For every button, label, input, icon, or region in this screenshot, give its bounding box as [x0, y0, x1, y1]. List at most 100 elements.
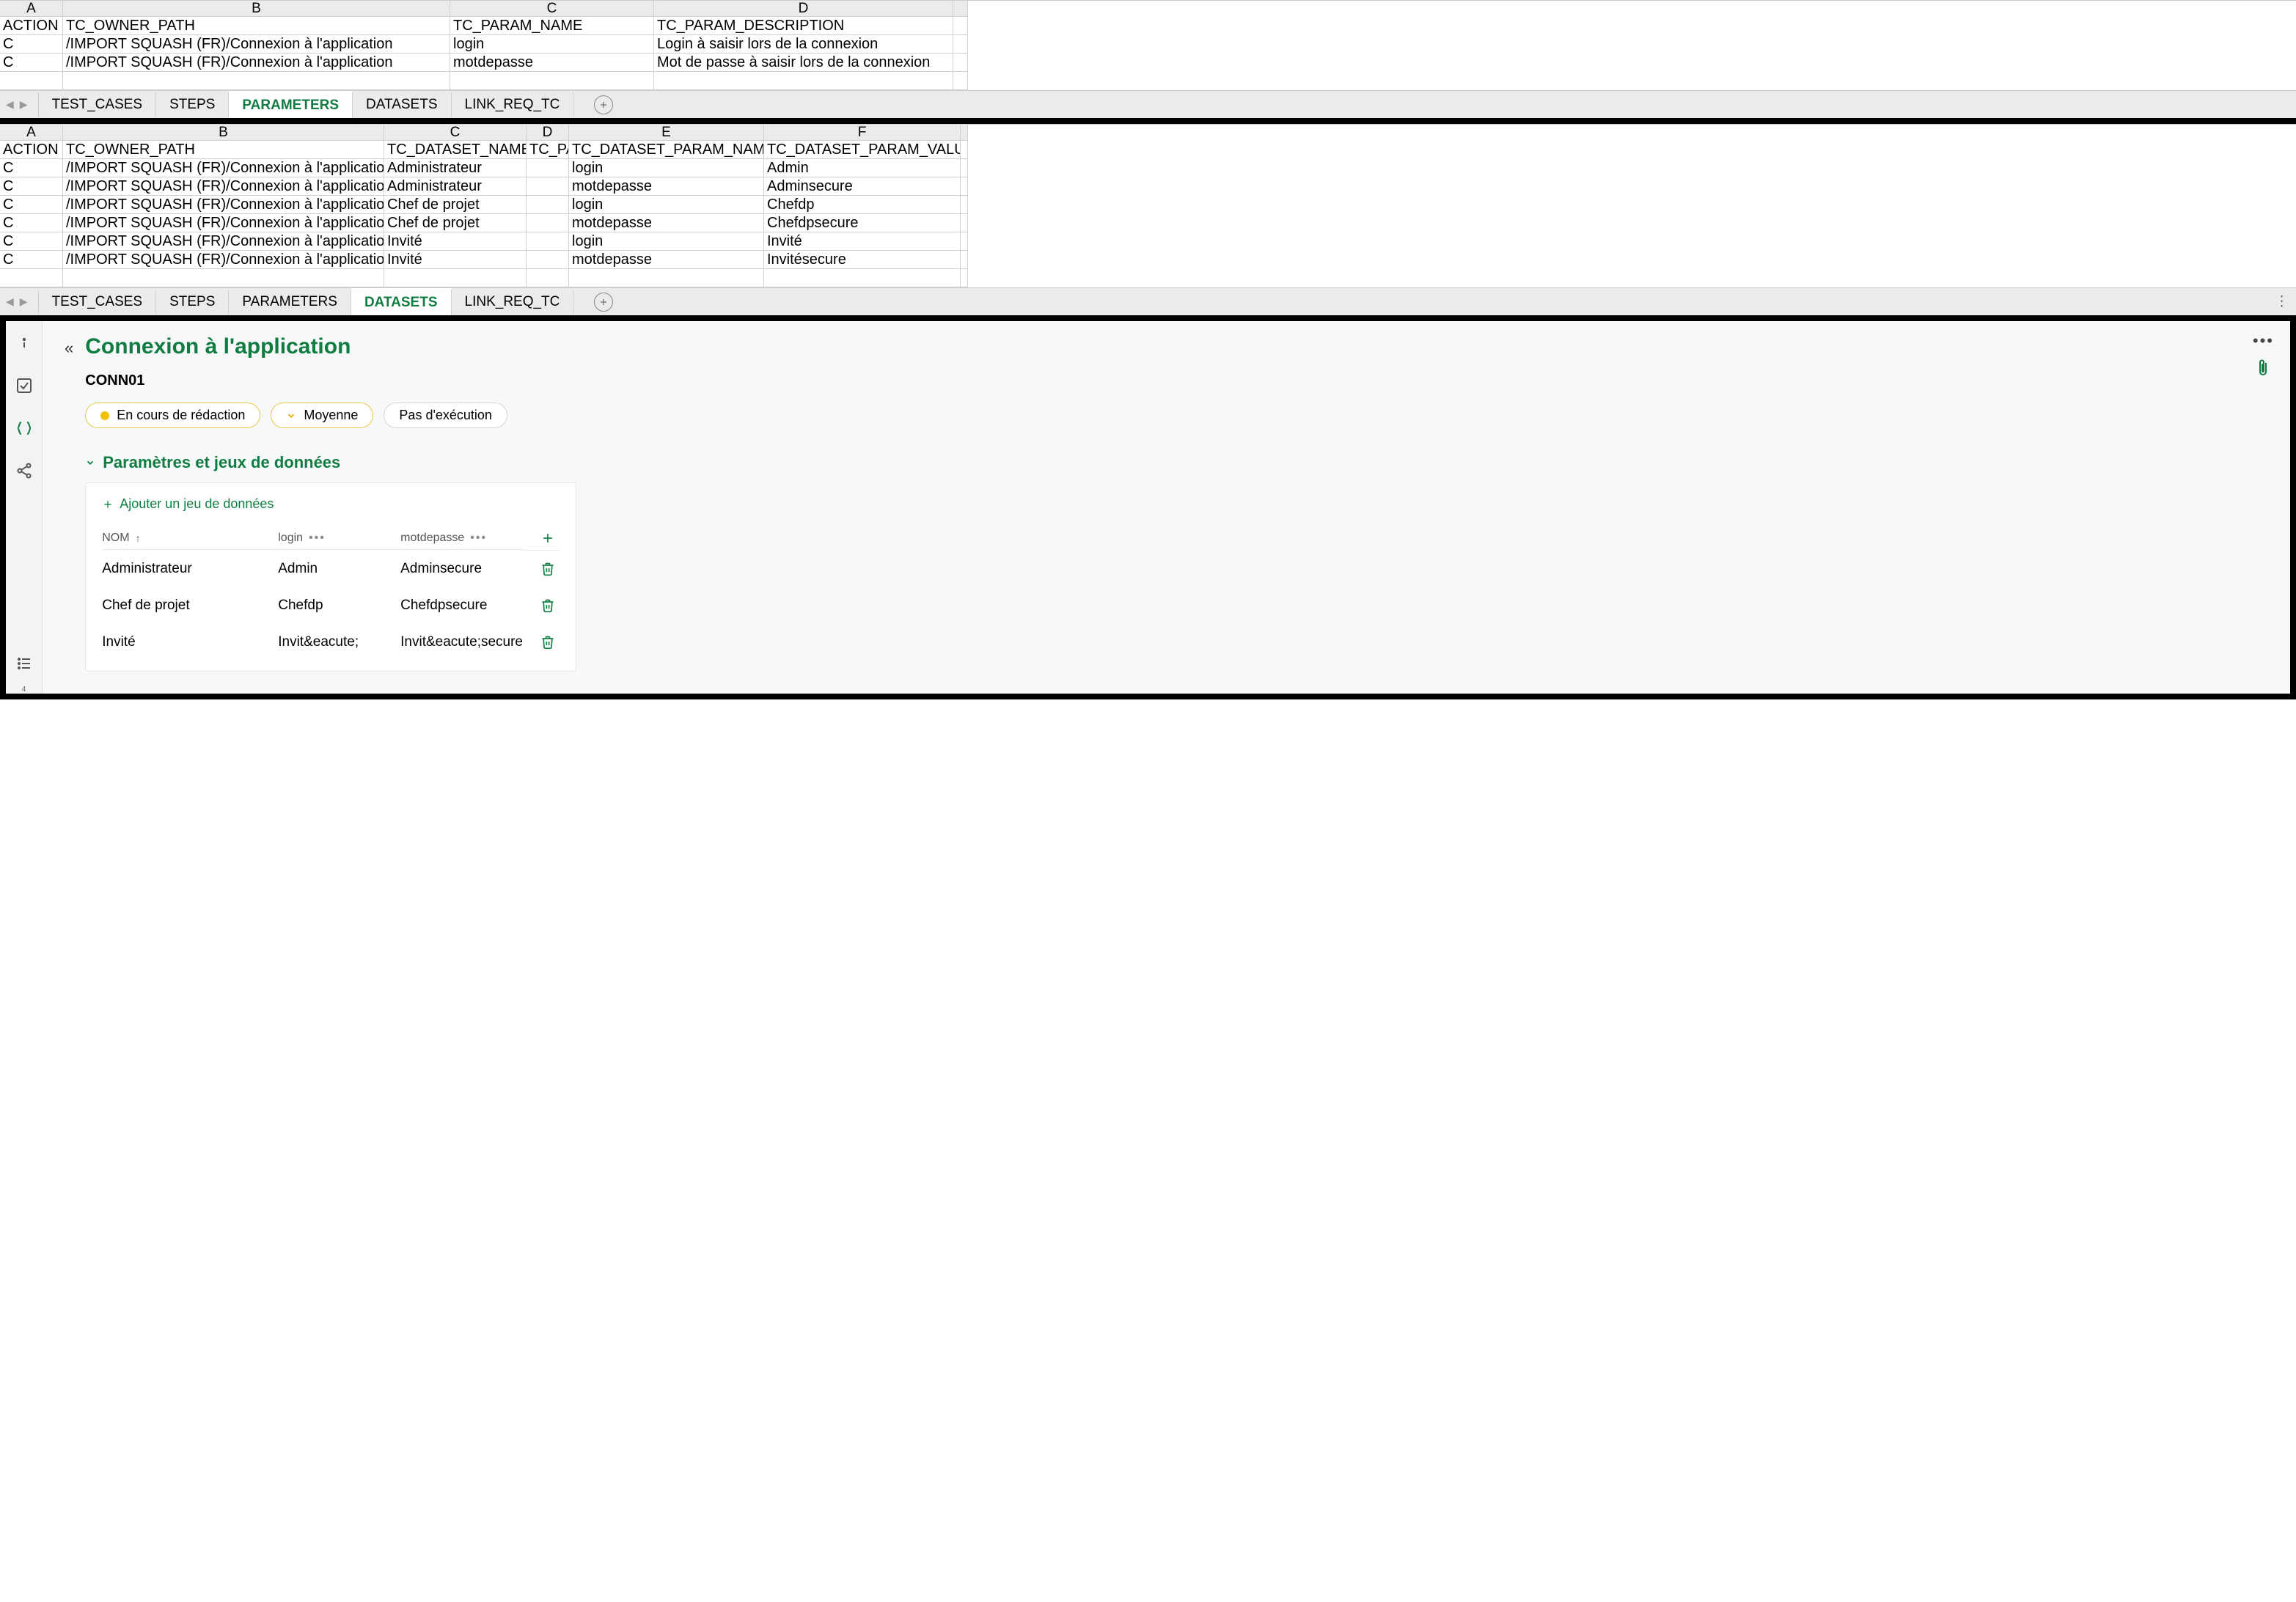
cell[interactable]: Chefdp	[764, 196, 961, 214]
execution-pill[interactable]: Pas d'exécution	[384, 403, 507, 428]
cell[interactable]: login	[569, 196, 764, 214]
cell[interactable]	[384, 269, 527, 287]
cell[interactable]: motdepasse	[569, 214, 764, 232]
cell[interactable]: C	[0, 232, 63, 251]
cell[interactable]	[961, 196, 968, 214]
add-column-button[interactable]	[523, 526, 560, 551]
col-head[interactable]: C	[450, 1, 654, 17]
cell[interactable]: login	[450, 35, 654, 54]
sheet-nav-arrows[interactable]: ◀▶	[6, 98, 38, 111]
dataset-cell[interactable]: Chef de projet	[102, 587, 278, 624]
cell[interactable]: C	[0, 54, 63, 72]
sheet-tab-parameters[interactable]: PARAMETERS	[229, 91, 353, 118]
cell[interactable]: TC_OWNER_PATH	[63, 17, 450, 35]
cell[interactable]	[961, 269, 968, 287]
collapse-back-icon[interactable]: «	[65, 339, 73, 358]
cell[interactable]	[961, 141, 968, 159]
cell[interactable]	[63, 269, 384, 287]
cell[interactable]: motdepasse	[450, 54, 654, 72]
cell[interactable]: TC_PA	[527, 141, 569, 159]
cell[interactable]: /IMPORT SQUASH (FR)/Connexion à l'applic…	[63, 54, 450, 72]
cell[interactable]: Invitésecure	[764, 251, 961, 269]
cell[interactable]: login	[569, 159, 764, 177]
dataset-cell[interactable]: Invité	[102, 624, 278, 661]
cell[interactable]: Login à saisir lors de la connexion	[654, 35, 953, 54]
sheet-tab-steps[interactable]: STEPS	[156, 92, 229, 117]
cell[interactable]: Chef de projet	[384, 214, 527, 232]
tab-overflow-icon[interactable]: ⋮	[2275, 293, 2296, 310]
col-head[interactable]: F	[764, 125, 961, 141]
cell[interactable]	[961, 159, 968, 177]
priority-pill[interactable]: Moyenne	[271, 403, 373, 428]
sheet-tab-datasets[interactable]: DATASETS	[353, 92, 451, 117]
cell[interactable]	[527, 251, 569, 269]
col-head[interactable]	[953, 1, 968, 17]
cell[interactable]	[961, 177, 968, 196]
cell[interactable]: /IMPORT SQUASH (FR)/Connexion à l'applic…	[63, 177, 384, 196]
dataset-cell[interactable]: Chefdpsecure	[400, 587, 523, 624]
sheet-tab-link-req-tc[interactable]: LINK_REQ_TC	[452, 290, 574, 315]
col-head[interactable]: D	[654, 1, 953, 17]
cell[interactable]	[63, 72, 450, 90]
cell[interactable]: motdepasse	[569, 251, 764, 269]
delete-row-button[interactable]	[523, 551, 560, 587]
cell[interactable]: /IMPORT SQUASH (FR)/Connexion à l'applic…	[63, 35, 450, 54]
cell[interactable]	[527, 269, 569, 287]
dataset-cell[interactable]: Invit&eacute;secure	[400, 624, 523, 661]
sheet-tab-parameters[interactable]: PARAMETERS	[229, 290, 351, 315]
cell[interactable]: C	[0, 159, 63, 177]
cell[interactable]	[0, 72, 63, 90]
cell[interactable]: TC_PARAM_DESCRIPTION	[654, 17, 953, 35]
cell[interactable]	[961, 232, 968, 251]
cell[interactable]: Administrateur	[384, 159, 527, 177]
sheet-tab-link-req-tc[interactable]: LINK_REQ_TC	[452, 92, 574, 117]
cell[interactable]: Administrateur	[384, 177, 527, 196]
cell[interactable]	[527, 159, 569, 177]
col-head[interactable]: B	[63, 125, 384, 141]
cell[interactable]	[953, 17, 968, 35]
cell[interactable]: motdepasse	[569, 177, 764, 196]
add-sheet-button[interactable]	[594, 293, 613, 312]
cell[interactable]	[764, 269, 961, 287]
add-sheet-button[interactable]	[594, 95, 613, 114]
section-toggle[interactable]: Paramètres et jeux de données	[85, 453, 576, 472]
cell[interactable]: /IMPORT SQUASH (FR)/Connexion à l'applic…	[63, 232, 384, 251]
parameters-icon[interactable]	[15, 419, 33, 441]
cell[interactable]	[527, 196, 569, 214]
more-actions-icon[interactable]: •••	[2253, 331, 2274, 350]
cell[interactable]: login	[569, 232, 764, 251]
column-header-motdepasse[interactable]: motdepasse •••	[400, 527, 523, 550]
column-menu-icon[interactable]: •••	[309, 532, 326, 545]
cell[interactable]	[527, 232, 569, 251]
dataset-cell[interactable]: Chefdp	[278, 587, 400, 624]
delete-row-button[interactable]	[523, 587, 560, 624]
cell[interactable]: C	[0, 251, 63, 269]
add-dataset-button[interactable]: Ajouter un jeu de données	[102, 496, 560, 512]
cell[interactable]: TC_PARAM_NAME	[450, 17, 654, 35]
sheet-tab-datasets[interactable]: DATASETS	[351, 288, 452, 315]
cell[interactable]: ACTION	[0, 17, 63, 35]
delete-row-button[interactable]	[523, 624, 560, 661]
cell[interactable]: ACTION	[0, 141, 63, 159]
cell[interactable]	[569, 269, 764, 287]
cell[interactable]: C	[0, 196, 63, 214]
cell[interactable]: C	[0, 214, 63, 232]
dataset-cell[interactable]: Invit&eacute;	[278, 624, 400, 661]
cell[interactable]: /IMPORT SQUASH (FR)/Connexion à l'applic…	[63, 214, 384, 232]
cell[interactable]	[961, 214, 968, 232]
cell[interactable]: Admin	[764, 159, 961, 177]
sheet-tab-steps[interactable]: STEPS	[156, 290, 229, 315]
col-head[interactable]: D	[527, 125, 569, 141]
cell[interactable]	[0, 269, 63, 287]
column-header-login[interactable]: login •••	[278, 527, 400, 550]
cell[interactable]: C	[0, 177, 63, 196]
col-head[interactable]: A	[0, 1, 63, 17]
cell[interactable]	[953, 54, 968, 72]
cell[interactable]	[450, 72, 654, 90]
col-head[interactable]: A	[0, 125, 63, 141]
share-icon[interactable]	[15, 462, 33, 484]
dataset-cell[interactable]: Administrateur	[102, 551, 278, 587]
cell[interactable]: TC_DATASET_NAME	[384, 141, 527, 159]
cell[interactable]	[654, 72, 953, 90]
cell[interactable]: TC_DATASET_PARAM_VALUE	[764, 141, 961, 159]
